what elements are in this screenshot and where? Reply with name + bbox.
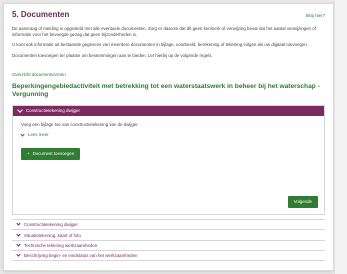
accordion-item-label: Situatietekening, kaart of foto [24, 232, 81, 238]
add-document-button[interactable]: + Document toevoegen [21, 147, 81, 160]
chevron-down-icon [16, 242, 21, 247]
skip-link[interactable]: Skip hier? [305, 13, 325, 18]
accordion-header-open[interactable]: Constructietekening dwijger [13, 105, 324, 116]
accordion-item-label: Technische tekening werkzaamheden [24, 243, 98, 249]
read-more-label: Lees meer [28, 132, 49, 138]
chevron-down-icon [20, 131, 25, 137]
intro-paragraph-1: De aanvraag of melding is opgesteld met … [12, 26, 316, 38]
chevron-down-icon [16, 221, 21, 226]
next-button[interactable]: Volgende [287, 195, 318, 208]
accordion-body-text: Voeg een bijlage toe van constructieteke… [21, 121, 139, 127]
documents-page: 5. Documenten Skip hier? De aanvraag of … [3, 3, 334, 271]
section-header: 5. Documenten Skip hier? [12, 10, 325, 19]
accordion-header-label: Constructietekening dwijger [26, 108, 80, 114]
add-document-label: Document toevoegen [32, 151, 75, 157]
accordion-body: Voeg een bijlage toe van constructieteke… [13, 116, 324, 214]
accordion-item-1[interactable]: Constructietekening dwijger [12, 218, 325, 230]
page-title: 5. Documenten [12, 10, 70, 19]
scrollbar-track[interactable] [334, 0, 347, 274]
chevron-down-icon [16, 231, 21, 237]
accordion-panel-open: Constructietekening dwijger Voeg een bij… [12, 104, 325, 215]
accordion-list: Constructietekening dwijger Situatieteke… [12, 218, 325, 261]
document-types-link[interactable]: Overzicht documentvormen [12, 72, 66, 77]
accordion-item-label: Constructietekening dwijger [24, 222, 78, 228]
accordion-item-2[interactable]: Situatietekening, kaart of foto [12, 229, 325, 240]
accordion-item-label: Beschrijving begin- en eindstatus van he… [24, 253, 138, 259]
intro-paragraph-3: Documenten toevoegen ter plaatse om best… [12, 52, 213, 58]
read-more-link[interactable]: Lees meer [20, 131, 318, 138]
accordion-item-4[interactable]: Beschrijving begin- en eindstatus van he… [12, 250, 325, 261]
activity-subtitle: Beperkingengebiedactiviteit met betrekki… [12, 82, 320, 98]
chevron-down-icon [17, 106, 23, 113]
plus-icon: + [27, 151, 30, 157]
chevron-down-icon [16, 252, 21, 257]
intro-paragraph-2: U kunt ook informatie uit bestaande gege… [12, 42, 309, 48]
accordion-item-3[interactable]: Technische tekening werkzaamheden [12, 239, 325, 251]
